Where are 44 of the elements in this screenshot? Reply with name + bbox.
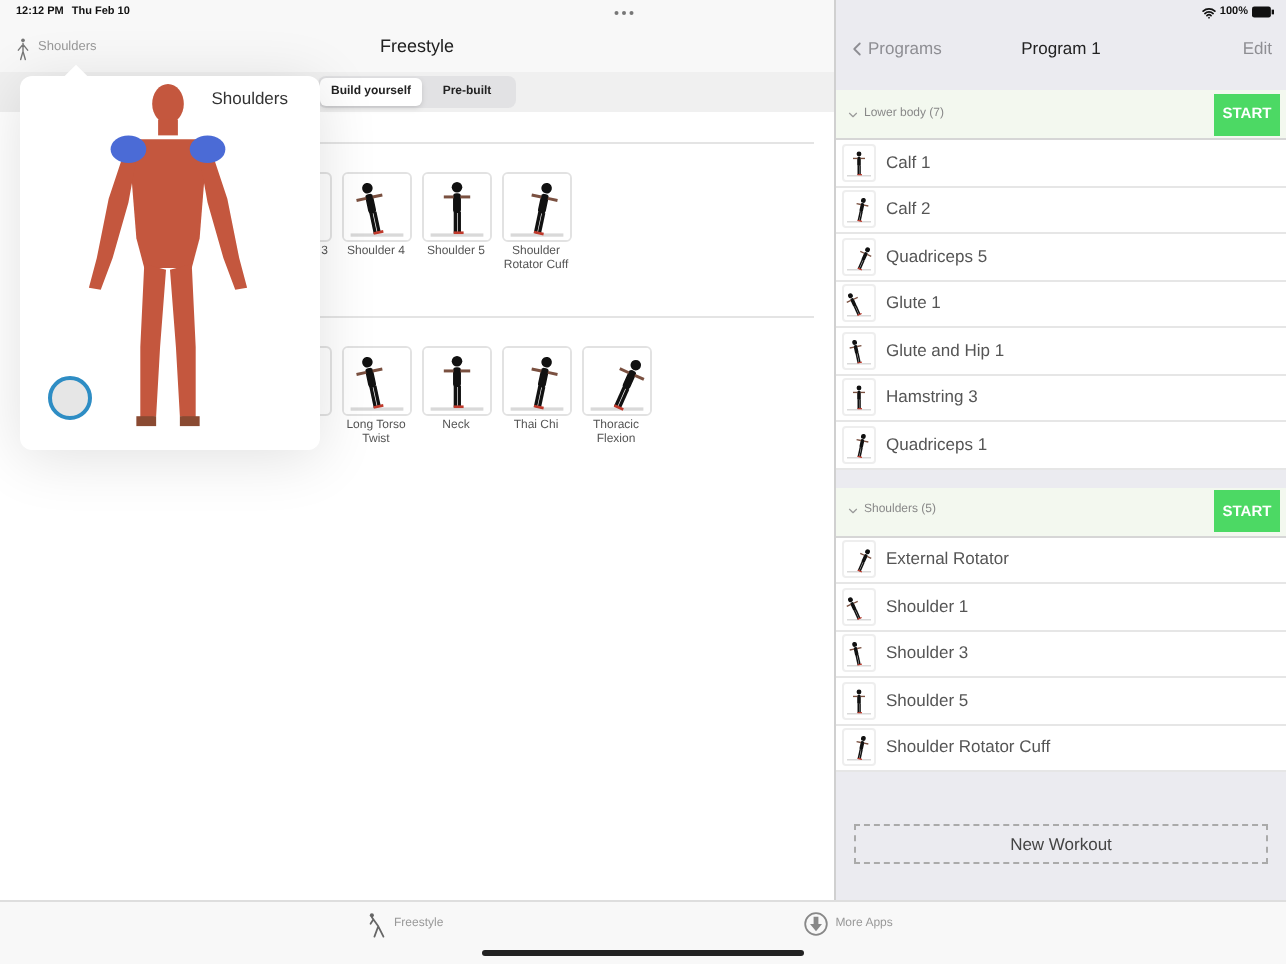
exercise-row[interactable]: Shoulder 1 (836, 584, 1286, 631)
exercise-row[interactable]: Quadriceps 1 (836, 422, 1286, 469)
exercise-name: Shoulder 5 (886, 687, 969, 714)
exercise-tile[interactable] (341, 346, 411, 416)
chevron-down-icon (846, 107, 860, 121)
more-icon[interactable] (614, 9, 634, 15)
stretching-figure-icon (368, 912, 386, 938)
program-title: Program 1 (1019, 35, 1103, 61)
exercise-row[interactable]: Glute 1 (836, 281, 1286, 328)
exercise-tile[interactable] (501, 172, 571, 242)
exercise-row[interactable]: Calf 1 (836, 140, 1286, 187)
chevron-down-icon (846, 504, 860, 518)
exercise-name: External Rotator (886, 546, 1009, 573)
exercise-name: Shoulder Rotator Cuff (886, 734, 1051, 761)
exercise-name: Calf 2 (886, 196, 931, 223)
exercise-tile[interactable] (581, 346, 651, 416)
exercise-name: Calf 1 (886, 149, 931, 176)
exercise-tile[interactable] (501, 346, 571, 416)
exercise-tile[interactable] (421, 172, 491, 242)
new-workout-button[interactable]: New Workout (854, 824, 1268, 864)
exercise-row[interactable]: Shoulder 5 (836, 678, 1286, 725)
exercise-tile[interactable] (341, 172, 411, 242)
figure-icon (16, 35, 30, 61)
exercise-name: Quadriceps 1 (886, 431, 988, 458)
exercise-name: Shoulder 3 (886, 640, 969, 667)
exercise-name: Quadriceps 5 (886, 243, 988, 270)
download-icon (803, 912, 828, 936)
exercise-row[interactable]: Glute and Hip 1 (836, 328, 1286, 375)
rotate-button[interactable] (48, 376, 92, 420)
nav-title: Freestyle (377, 34, 456, 61)
exercise-row[interactable]: Quadriceps 5 (836, 234, 1286, 281)
battery-icon (1252, 6, 1274, 18)
wifi-icon (1201, 5, 1216, 19)
exercise-row[interactable]: Shoulder 3 (836, 631, 1286, 678)
exercise-name: Shoulder 1 (886, 593, 969, 620)
exercise-row[interactable]: Calf 2 (836, 187, 1286, 234)
exercise-tile[interactable] (421, 346, 491, 416)
exercise-row[interactable]: Shoulder Rotator Cuff (836, 725, 1286, 772)
exercise-row[interactable]: Hamstring 3 (836, 375, 1286, 422)
exercise-row[interactable]: External Rotator (836, 537, 1286, 584)
popover-title: Shoulders (211, 86, 288, 112)
exercise-name: Glute and Hip 1 (886, 337, 1005, 364)
exercise-name: Glute 1 (886, 290, 941, 317)
exercise-name: Hamstring 3 (886, 384, 978, 411)
